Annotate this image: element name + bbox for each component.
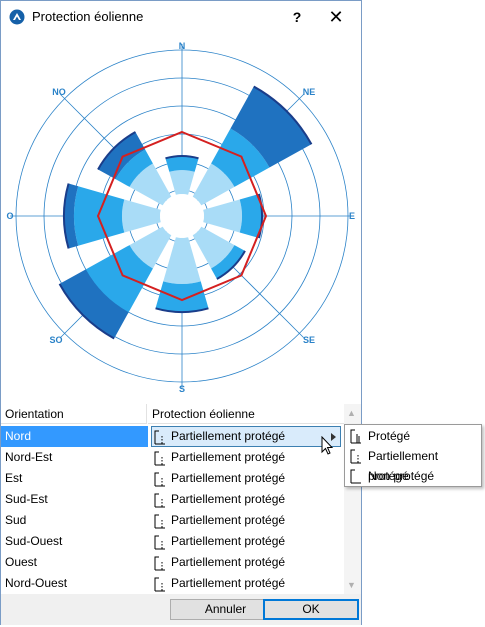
partially-protected-icon <box>154 556 165 571</box>
orientation-cell: Nord <box>5 429 32 443</box>
dialog-window: Protection éolienne ? ✕ N NE E SE S SO O NO Ori… <box>0 0 362 625</box>
table-row[interactable]: Sud-Est Partiellement protégé <box>1 489 344 510</box>
orientation-cell: Nord-Est <box>5 450 53 464</box>
protection-value: Partiellement protégé <box>171 555 286 569</box>
orientation-grid: Orientation Protection éolienne Nord Part… <box>1 404 361 594</box>
help-button[interactable]: ? <box>285 5 309 29</box>
partially-protected-icon <box>154 451 165 466</box>
orientation-cell: Sud-Ouest <box>5 534 63 548</box>
orientation-cell: Ouest <box>5 555 38 569</box>
orientation-cell: Est <box>5 471 23 485</box>
scroll-down-icon[interactable]: ▼ <box>347 580 356 590</box>
protection-value: Partiellement protégé <box>171 513 286 527</box>
protection-cell[interactable]: Partiellement protégé <box>151 447 341 468</box>
table-row[interactable]: Nord-Ouest Partiellement protégé <box>1 573 344 594</box>
rose-sector-mid <box>155 281 209 312</box>
not-protected-icon <box>350 469 361 484</box>
table-row[interactable]: Est Partiellement protégé <box>1 468 344 489</box>
direction-label-e: E <box>349 211 355 221</box>
direction-label-s: S <box>179 384 185 394</box>
protection-cell[interactable]: Partiellement protégé <box>151 426 341 447</box>
table-row[interactable]: Sud Partiellement protégé <box>1 510 344 531</box>
app-logo-icon <box>9 9 25 25</box>
protected-icon <box>350 429 361 444</box>
menu-item-label: Non protégé <box>368 469 435 483</box>
direction-label-o: O <box>6 211 13 221</box>
orientation-cell: Sud <box>5 513 27 527</box>
column-header-protection[interactable]: Protection éolienne <box>148 404 344 424</box>
menu-item-not-protected[interactable]: Non protégé <box>346 466 480 486</box>
mouse-cursor-icon <box>321 436 334 455</box>
rose-center <box>160 194 204 238</box>
wind-rose: N NE E SE S SO O NO <box>6 41 355 394</box>
partially-protected-icon <box>154 430 165 445</box>
partially-protected-icon <box>154 493 165 508</box>
title-bar: Protection éolienne ? ✕ <box>1 1 361 32</box>
protection-submenu: Protégé Partiellement protégé Non protég… <box>344 424 482 487</box>
rose-sector-inner <box>203 199 242 233</box>
rose-sector-mid <box>74 186 125 246</box>
partially-protected-icon <box>154 472 165 487</box>
table-row[interactable]: Nord-Est Partiellement protégé <box>1 447 344 468</box>
partially-protected-icon <box>350 449 361 464</box>
menu-item-partially-protected[interactable]: Partiellement protégé <box>346 446 480 483</box>
protection-value: Partiellement protégé <box>171 534 286 548</box>
button-bar: Annuler OK <box>1 594 361 625</box>
scroll-up-icon[interactable]: ▲ <box>347 408 356 418</box>
direction-label-se: SE <box>303 335 315 345</box>
rose-sector-mid <box>165 156 199 172</box>
orientation-cell: Nord-Ouest <box>5 576 68 590</box>
rose-sector-inner <box>169 170 195 195</box>
protection-cell[interactable]: Partiellement protégé <box>151 531 341 552</box>
rose-sector-inner <box>163 237 201 284</box>
table-row[interactable]: Ouest Partiellement protégé <box>1 552 344 573</box>
menu-item-label: Protégé <box>368 429 411 443</box>
window-title: Protection éolienne <box>32 9 144 24</box>
menu-item-protected[interactable]: Protégé <box>346 426 480 446</box>
rose-sector-inner <box>122 199 161 233</box>
close-button[interactable]: ✕ <box>323 5 349 29</box>
protection-value: Partiellement protégé <box>171 492 286 506</box>
protection-cell[interactable]: Partiellement protégé <box>151 489 341 510</box>
protection-cell[interactable]: Partiellement protégé <box>151 552 341 573</box>
direction-label-n: N <box>179 41 186 51</box>
protection-value: Partiellement protégé <box>171 450 286 464</box>
protection-cell[interactable]: Partiellement protégé <box>151 468 341 489</box>
table-row[interactable]: Sud-Ouest Partiellement protégé <box>1 531 344 552</box>
partially-protected-icon <box>154 535 165 550</box>
protection-value: Partiellement protégé <box>171 429 286 443</box>
direction-label-ne: NE <box>303 87 316 97</box>
direction-label-no: NO <box>52 87 66 97</box>
partially-protected-icon <box>154 577 165 592</box>
table-row[interactable]: Nord Partiellement protégé <box>1 426 344 447</box>
column-header-orientation[interactable]: Orientation <box>1 404 147 424</box>
partially-protected-icon <box>154 514 165 529</box>
orientation-cell: Sud-Est <box>5 492 48 506</box>
ok-button[interactable]: OK <box>263 599 359 620</box>
protection-value: Partiellement protégé <box>171 471 286 485</box>
protection-value: Partiellement protégé <box>171 576 286 590</box>
protection-cell[interactable]: Partiellement protégé <box>151 573 341 594</box>
direction-label-so: SO <box>49 335 62 345</box>
protection-cell[interactable]: Partiellement protégé <box>151 510 341 531</box>
